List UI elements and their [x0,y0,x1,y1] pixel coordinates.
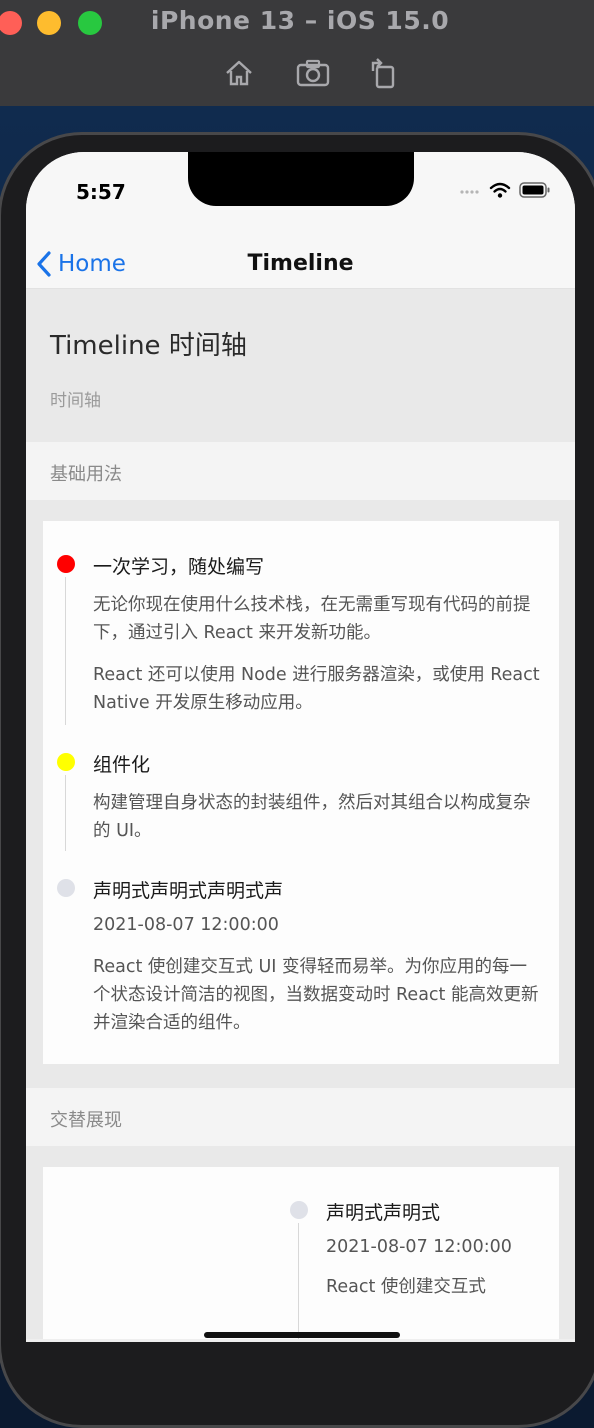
screenshot-icon [296,59,330,87]
page-description: 时间轴 [50,391,101,411]
status-icons [459,182,551,198]
timeline-item-title: 声明式声明式 [326,1202,441,1224]
section-heading-basic: 基础用法 [26,442,575,500]
status-time: 5:57 [76,180,126,204]
cellular-signal-icon [460,190,479,194]
battery-icon [519,182,550,198]
simulator-title-bar: iPhone 13 – iOS 15.0 [0,0,594,106]
timeline-item-text: React 使创建交互式 [326,1277,486,1297]
notch [188,152,414,206]
section-body-basic: 一次学习，随处编写 无论你现在使用什么技术栈，在无需重写现有代码的前提下，通过引… [26,500,575,1088]
navigation-bar: Home Timeline [26,242,575,289]
timeline-dot [57,879,75,897]
section-heading-text: 交替展现 [50,1110,122,1131]
home-icon [226,60,252,86]
rotate-icon [371,58,395,89]
timeline-dot [57,555,75,573]
timeline-item-text: 构建管理自身状态的封装组件，然后对其组合以构成复杂的 UI。 [93,793,531,841]
section-heading-text: 基础用法 [50,464,122,485]
timeline-item-title: 声明式声明式声明式声 [93,880,284,902]
timeline-line [298,1223,299,1339]
timeline-item-time: 2021-08-07 12:00:00 [326,1237,512,1257]
timeline-dot [57,753,75,771]
minimize-window-button[interactable] [37,11,61,35]
timeline-item-text: 无论你现在使用什么技术栈，在无需重写现有代码的前提下，通过引入 React 来开… [93,595,531,643]
simulator-title: iPhone 13 – iOS 15.0 [150,6,450,35]
timeline-line [65,775,66,851]
zoom-window-button[interactable] [78,11,102,35]
page-title: Timeline 时间轴 [50,331,247,361]
page-header: Timeline 时间轴 时间轴 [26,289,575,442]
timeline-card-basic: 一次学习，随处编写 无论你现在使用什么技术栈，在无需重写现有代码的前提下，通过引… [43,521,559,1064]
iphone-screen: 5:57 Home Timeline Timeline 时间轴 时间轴 基础用法… [26,152,575,1342]
scroll-content[interactable]: Timeline 时间轴 时间轴 基础用法 一次学习，随处编写 无论你现在使用什… [26,289,575,1339]
timeline-line [65,577,66,725]
screenshot-button[interactable] [296,56,330,90]
timeline-item-text: React 使创建交互式 UI 变得轻而易举。为你应用的每一个状态设计简洁的视图… [93,957,539,1033]
nav-title: Timeline [247,251,354,276]
timeline-item-text: React 还可以使用 Node 进行服务器渲染，或使用 React Nativ… [93,665,540,713]
section-heading-alternate: 交替展现 [26,1088,575,1146]
rotate-button[interactable] [366,56,400,90]
home-indicator[interactable] [204,1332,400,1338]
close-window-button[interactable] [0,11,22,35]
timeline-item-title: 一次学习，随处编写 [93,556,265,578]
home-button[interactable] [222,56,256,90]
timeline-item-title: 组件化 [93,754,151,776]
timeline-card-alternate: 声明式声明式 2021-08-07 12:00:00 React 使创建交互式 [43,1167,559,1339]
section-body-alternate: 声明式声明式 2021-08-07 12:00:00 React 使创建交互式 [26,1146,575,1339]
wifi-icon [489,182,511,198]
timeline-item-time: 2021-08-07 12:00:00 [93,915,279,935]
timeline-dot [290,1201,308,1219]
